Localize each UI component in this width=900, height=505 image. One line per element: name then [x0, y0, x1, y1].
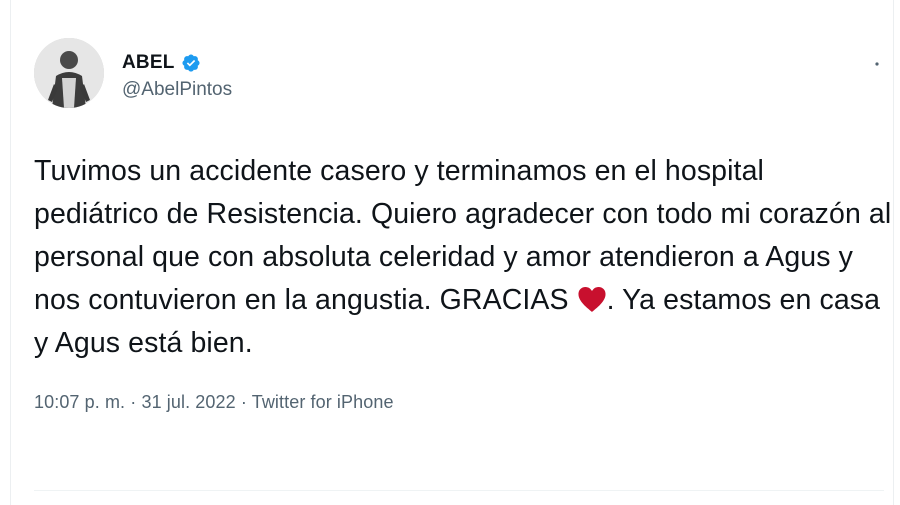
- meta-separator: ·: [235, 392, 252, 412]
- tweet-date-link[interactable]: 31 jul. 2022: [141, 392, 235, 412]
- divider: [34, 490, 884, 491]
- tweet-card: ABEL @AbelPintos Tuvimos un accidente ca…: [34, 38, 891, 413]
- handle[interactable]: @AbelPintos: [122, 79, 232, 101]
- tweet-time-link[interactable]: 10:07 p. m.: [34, 392, 125, 412]
- avatar[interactable]: [34, 38, 104, 108]
- meta-separator: ·: [125, 392, 142, 412]
- tweet-meta: 10:07 p. m. · 31 jul. 2022 · Twitter for…: [34, 392, 884, 413]
- author-names: ABEL @AbelPintos: [122, 50, 232, 101]
- red-heart-icon: [577, 283, 607, 312]
- tweet-source-link[interactable]: Twitter for iPhone: [252, 392, 394, 412]
- tweet-header: ABEL @AbelPintos: [34, 38, 884, 118]
- more-dots-icon[interactable]: [874, 58, 880, 66]
- avatar-photo: [34, 38, 104, 108]
- display-name[interactable]: ABEL: [122, 52, 175, 74]
- verified-badge-icon: [181, 53, 201, 73]
- tweet-text: Tuvimos un accidente casero y terminamos…: [34, 150, 894, 365]
- left-border: [10, 0, 11, 505]
- display-name-row: ABEL: [122, 50, 232, 76]
